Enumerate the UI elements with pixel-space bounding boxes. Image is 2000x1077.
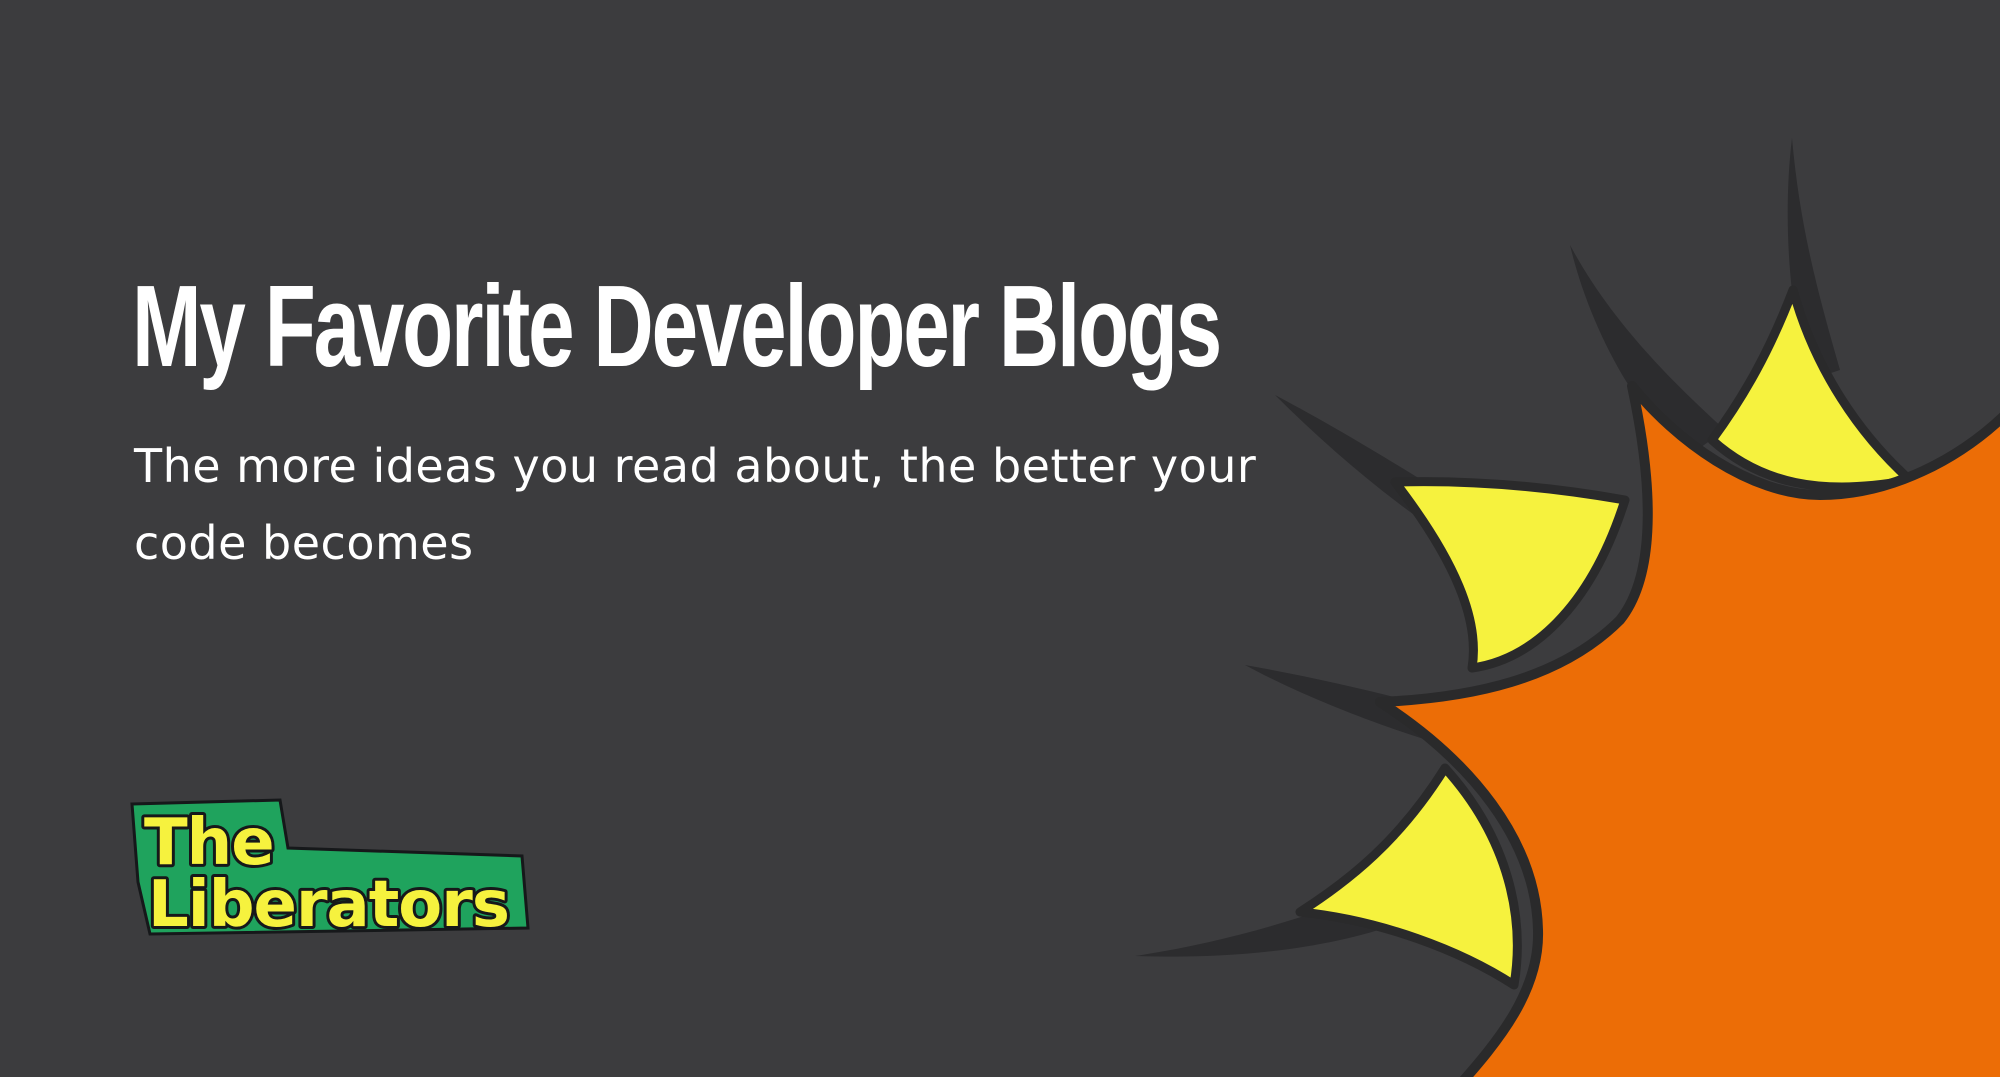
- page-subtitle: The more ideas you read about, the bette…: [134, 439, 1257, 570]
- page-title: My Favorite Developer Blogs: [132, 261, 1222, 391]
- logo-line-2: Liberators: [148, 868, 509, 940]
- liberators-logo: The Liberators: [130, 798, 530, 940]
- hero-banner: My Favorite Developer Blogs The more ide…: [0, 0, 2000, 1077]
